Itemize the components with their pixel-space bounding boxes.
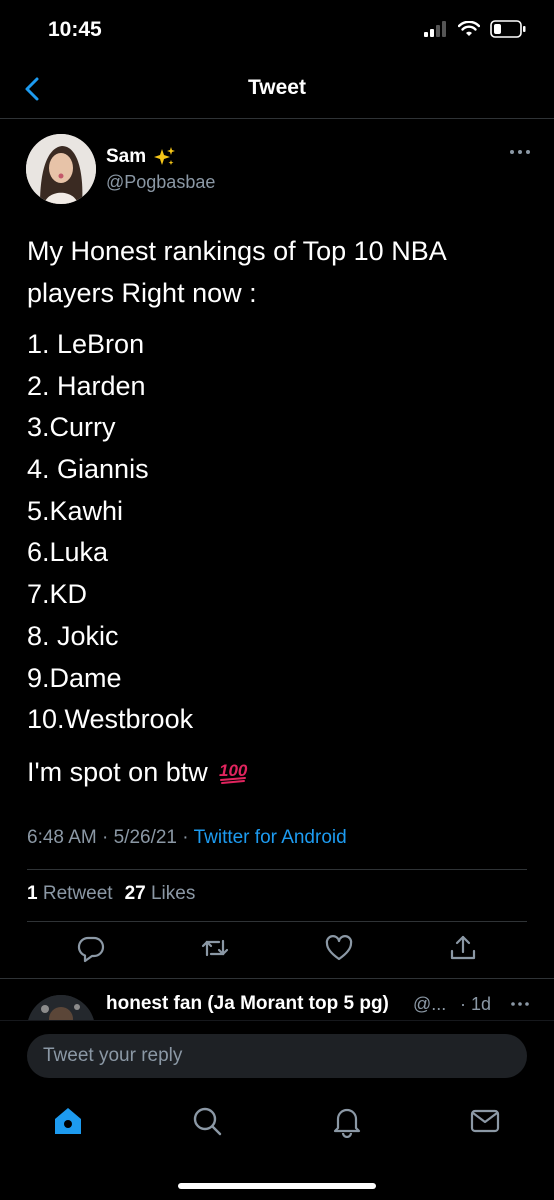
tweet-author: Sam @Pogbasbae [26, 132, 531, 206]
reply-author-handle: @... [413, 994, 447, 1014]
like-count: 27 [124, 883, 146, 904]
retweets-stat[interactable]: 1 Retweet [27, 883, 113, 905]
notifications-icon[interactable] [330, 1104, 364, 1138]
page-title: Tweet [248, 76, 306, 99]
reply-input[interactable] [27, 1034, 527, 1078]
tweet-stats: 1 Retweet 27 Likes [27, 883, 195, 905]
tweet-closing: I'm spot on btw 100 [27, 751, 527, 793]
meta-separator: · [102, 827, 114, 848]
likes-stat[interactable]: 27 Likes [125, 883, 196, 905]
wifi-icon [458, 21, 480, 36]
status-time: 10:45 [48, 18, 102, 41]
ranking-item: 5.Kawhi [27, 495, 124, 526]
retweet-icon[interactable] [200, 933, 230, 963]
ranking-item: 1. LeBron [27, 329, 145, 359]
tweet-body: My Honest rankings of Top 10 NBA players… [27, 230, 527, 793]
status-icons [424, 20, 526, 38]
meta-separator: · [182, 827, 194, 848]
nav-bar: Tweet [0, 60, 554, 119]
retweet-count: 1 [27, 883, 38, 904]
search-icon[interactable] [190, 1104, 224, 1138]
tweet-intro: My Honest rankings of Top 10 NBA players… [27, 236, 446, 308]
tweet-source[interactable]: Twitter for Android [194, 827, 347, 848]
like-label: Likes [150, 883, 196, 904]
reply-time: · 1d [460, 994, 492, 1014]
reply-icon[interactable] [76, 933, 106, 963]
tweet-date: 5/26/21 [113, 827, 178, 848]
ranking-item: 3.Curry [27, 412, 116, 443]
tweet-time: 6:48 AM [27, 827, 97, 848]
home-indicator [178, 1183, 376, 1189]
divider [27, 921, 527, 922]
ranking-item: 9.Dame [27, 662, 122, 693]
reply-author-name: honest fan (Ja Morant top 5 pg) [106, 993, 389, 1014]
retweet-label: Retweet [42, 883, 113, 904]
ranking-item: 4. Giannis [27, 454, 149, 485]
home-icon[interactable] [51, 1104, 85, 1138]
divider [27, 869, 527, 870]
ranking-item: 6.Luka [27, 537, 109, 568]
reply-avatar[interactable] [27, 995, 95, 1021]
reply-bar [0, 1020, 554, 1091]
tweet-actions [0, 933, 554, 969]
reply-preview[interactable]: honest fan (Ja Morant top 5 pg) @... · 1… [0, 978, 554, 1021]
reply-more-icon[interactable] [510, 999, 530, 1009]
ranking-item: 8. Jokic [27, 620, 119, 651]
share-icon[interactable] [448, 933, 478, 963]
messages-icon[interactable] [468, 1104, 502, 1138]
battery-icon [490, 20, 526, 38]
signal-icon [424, 21, 446, 37]
hundred-points-icon: 100 [219, 761, 248, 784]
more-icon[interactable] [509, 146, 531, 158]
like-icon[interactable] [324, 933, 354, 963]
avatar[interactable] [26, 134, 96, 204]
author-name: Sam [106, 146, 147, 167]
reply-avatar-image [27, 995, 95, 1021]
status-bar: 10:45 [0, 0, 554, 60]
sparkles-icon [154, 147, 176, 165]
ranking-item: 10.Westbrook [27, 704, 194, 735]
closing-text: I'm spot on btw [27, 756, 208, 787]
author-name-row[interactable]: Sam [106, 146, 176, 168]
ranking-item: 7.KD [27, 579, 88, 610]
author-handle[interactable]: @Pogbasbae [106, 172, 215, 193]
tweet-meta: 6:48 AM · 5/26/21 · Twitter for Android [27, 827, 347, 849]
avatar-image [26, 134, 96, 204]
ranking-item: 2. Harden [27, 370, 146, 401]
